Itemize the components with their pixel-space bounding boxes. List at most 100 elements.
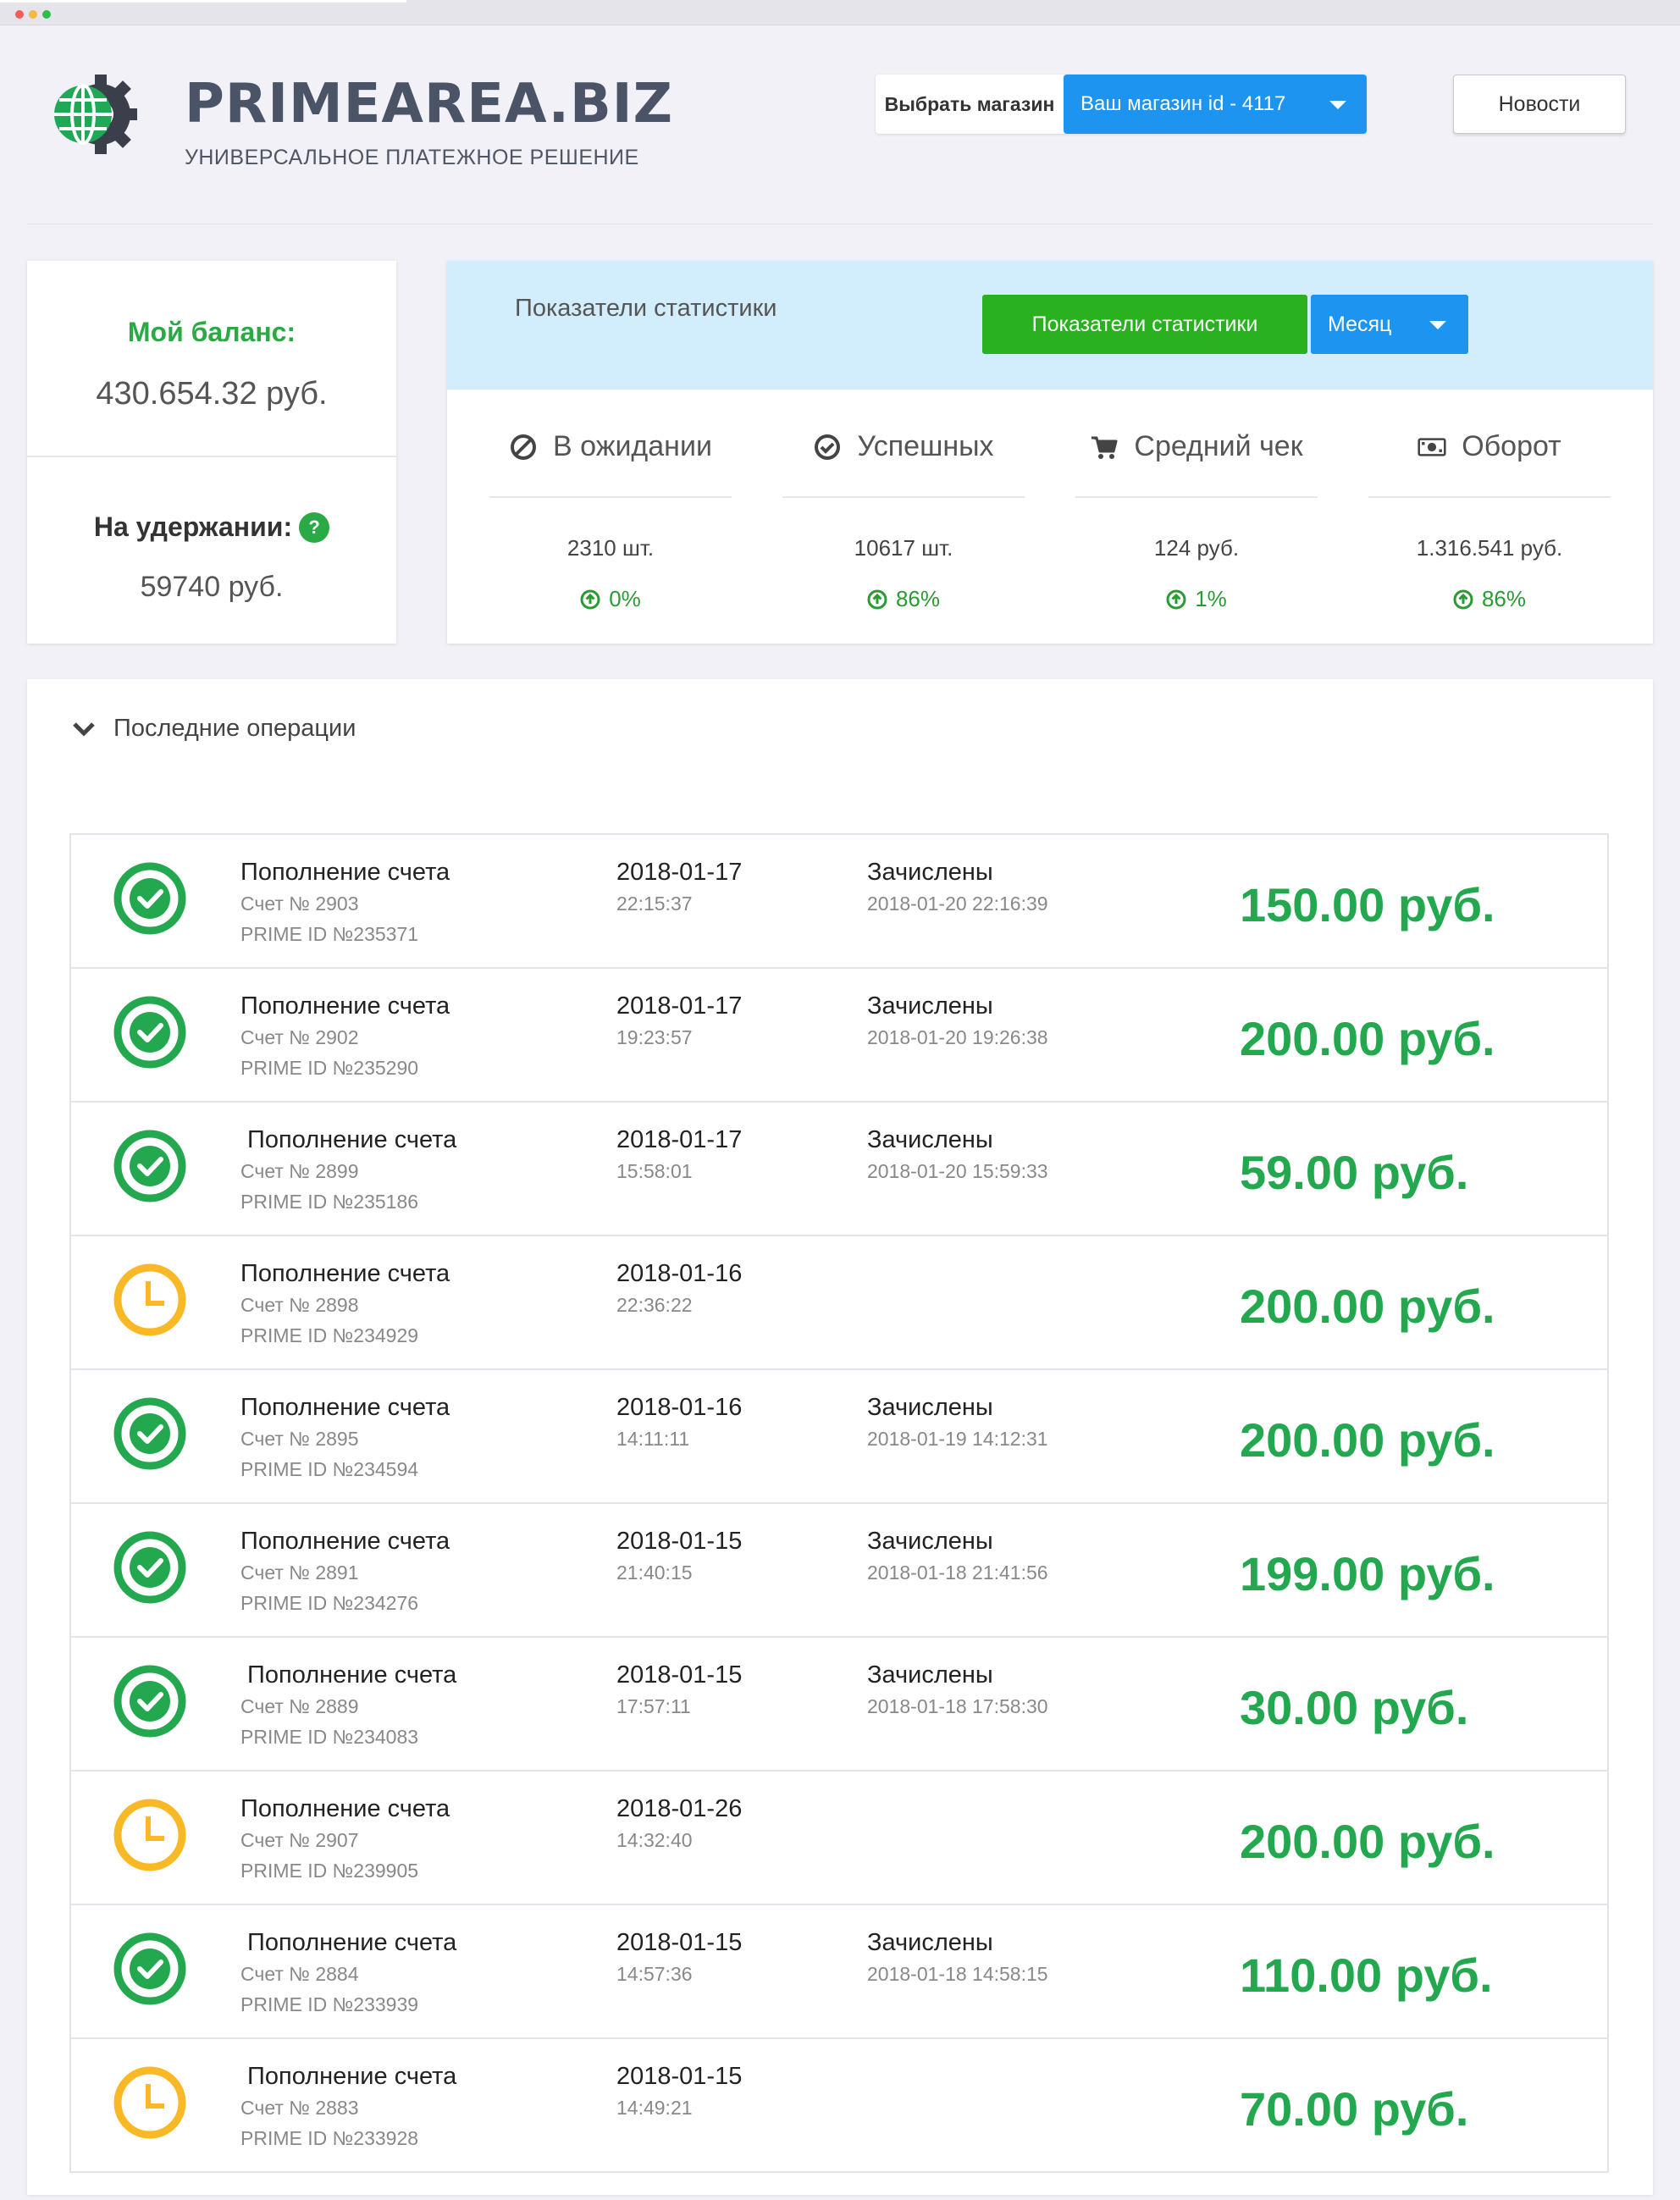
stat-head: Средний чек [1075,430,1318,463]
operation-row[interactable]: Пополнение счета Счет № 2898 PRIME ID №2… [71,1235,1607,1368]
stat-change-value: 86% [1481,586,1527,611]
operation-amount: 200.00 руб. [1240,1413,1495,1467]
operation-state: Зачислены [867,859,993,886]
operation-amount: 59.00 руб. [1240,1146,1469,1199]
shop-dropdown-value: Ваш магазин id - 4117 [1080,92,1286,115]
period-value: Месяц [1328,312,1392,336]
stats-header: Показатели статистики Показатели статист… [447,261,1653,390]
operation-row[interactable]: Пополнение счета Счет № 2899 PRIME ID №2… [71,1101,1607,1235]
operation-amount: 200.00 руб. [1240,1012,1495,1065]
operations-toggle[interactable]: Последние операции [71,715,356,743]
operation-row[interactable]: Пополнение счета Счет № 2883 PRIME ID №2… [71,2037,1607,2171]
check-circle-icon [113,862,186,935]
help-icon[interactable]: ? [299,512,330,543]
operation-amount: 30.00 руб. [1240,1681,1469,1734]
clock-icon [113,1263,186,1336]
operation-invoice: Счет № 2889 [240,1695,359,1717]
operation-row[interactable]: Пополнение счета Счет № 2907 PRIME ID №2… [71,1770,1607,1904]
shop-selector: Выбрать магазин Ваш магазин id - 4117 [876,75,1367,134]
stat-head: Успешных [782,430,1025,463]
operation-invoice: Счет № 2902 [240,1026,359,1048]
operation-amount: 199.00 руб. [1240,1547,1495,1600]
operation-time: 19:23:57 [616,1026,693,1048]
operation-date: 2018-01-16 [616,1394,743,1421]
hold-value: 59740 руб. [140,571,284,603]
arrow-up-circle-icon [867,589,887,609]
operation-time: 17:57:11 [616,1695,691,1717]
operation-state-time: 2018-01-20 22:16:39 [867,893,1048,915]
stats-title: Показатели статистики [515,295,777,322]
operation-title: Пополнение счета [240,1528,450,1555]
stat-label: Оборот [1462,430,1561,462]
minimize-window-dot[interactable] [29,10,37,19]
operation-invoice: Счет № 2883 [240,2097,359,2119]
stats-card: Показатели статистики Показатели статист… [447,261,1653,644]
brand-tagline: УНИВЕРСАЛЬНОЕ ПЛАТЕЖНОЕ РЕШЕНИЕ [185,146,639,169]
stat-divider [1368,496,1611,498]
operation-title: Пополнение счета [240,1661,457,1689]
operation-amount: 110.00 руб. [1240,1948,1493,2002]
operation-date: 2018-01-17 [616,992,743,1020]
operation-prime-id: PRIME ID №234929 [240,1324,419,1346]
operation-title: Пополнение счета [240,1795,450,1822]
operation-state: Зачислены [867,1661,993,1689]
operation-amount: 200.00 руб. [1240,1280,1495,1333]
operation-row[interactable]: Пополнение счета Счет № 2889 PRIME ID №2… [71,1636,1607,1770]
cart-icon [1091,436,1118,459]
maximize-window-dot[interactable] [42,10,51,19]
operation-state-time: 2018-01-18 14:58:15 [867,1963,1048,1985]
operation-state-time: 2018-01-20 15:59:33 [867,1160,1048,1182]
stat-change: 86% [782,586,1025,612]
operation-title: Пополнение счета [240,1394,450,1421]
operation-time: 21:40:15 [616,1562,693,1584]
operations-panel: Последние операции Пополнение счета Счет… [27,679,1653,2195]
news-button[interactable]: Новости [1453,75,1626,134]
period-dropdown[interactable]: Месяц [1311,295,1468,354]
operations-table: Пополнение счета Счет № 2903 PRIME ID №2… [69,833,1609,2173]
operation-prime-id: PRIME ID №233939 [240,1993,419,2015]
operation-row[interactable]: Пополнение счета Счет № 2891 PRIME ID №2… [71,1502,1607,1636]
operation-prime-id: PRIME ID №234083 [240,1726,419,1748]
arrow-up-circle-icon [1166,589,1186,609]
operation-time: 22:36:22 [616,1294,693,1316]
balance-card: Мой баланс: 430.654.32 руб. На удержании… [27,261,396,644]
operation-date: 2018-01-26 [616,1795,743,1822]
operation-prime-id: PRIME ID №235186 [240,1191,419,1213]
operation-date: 2018-01-17 [616,1126,743,1153]
stat-head: В ожидании [489,430,732,463]
close-window-dot[interactable] [15,10,24,19]
stat-value: 10617 шт. [854,535,953,561]
shop-dropdown[interactable]: Ваш магазин id - 4117 [1064,75,1367,134]
operation-state: Зачислены [867,1394,993,1421]
balance-divider [27,456,396,457]
operation-amount: 150.00 руб. [1240,878,1495,931]
operation-invoice: Счет № 2903 [240,893,359,915]
operation-row[interactable]: Пополнение счета Счет № 2884 PRIME ID №2… [71,1904,1607,2037]
money-icon [1418,437,1446,456]
operation-prime-id: PRIME ID №239905 [240,1860,419,1882]
caret-down-icon [1429,321,1446,329]
stat-change-value: 0% [609,586,641,611]
operation-title: Пополнение счета [240,1260,450,1287]
stat-turnover: Оборот 1.316.541 руб. 86% [1368,390,1611,644]
stat-divider [1075,496,1318,498]
stat-value: 1.316.541 руб. [1416,535,1563,561]
operation-time: 15:58:01 [616,1160,693,1182]
operation-row[interactable]: Пополнение счета Счет № 2903 PRIME ID №2… [71,835,1607,967]
operation-state-time: 2018-01-18 21:41:56 [867,1562,1048,1584]
operation-prime-id: PRIME ID №234276 [240,1592,419,1614]
operation-time: 14:57:36 [616,1963,693,1985]
operation-prime-id: PRIME ID №233928 [240,2127,419,2149]
stat-change: 0% [489,586,732,612]
balance-title: Мой баланс: [127,317,296,347]
operation-invoice: Счет № 2891 [240,1562,359,1584]
stats-button[interactable]: Показатели статистики [982,295,1307,354]
operation-row[interactable]: Пополнение счета Счет № 2895 PRIME ID №2… [71,1368,1607,1502]
stat-head: Оборот [1368,430,1611,463]
brand-name: PRIMEAREA.BIZ [185,73,673,135]
operation-row[interactable]: Пополнение счета Счет № 2902 PRIME ID №2… [71,967,1607,1101]
operation-date: 2018-01-16 [616,1260,743,1287]
operation-invoice: Счет № 2898 [240,1294,359,1316]
operation-time: 14:49:21 [616,2097,693,2119]
operation-amount: 70.00 руб. [1240,2082,1469,2136]
